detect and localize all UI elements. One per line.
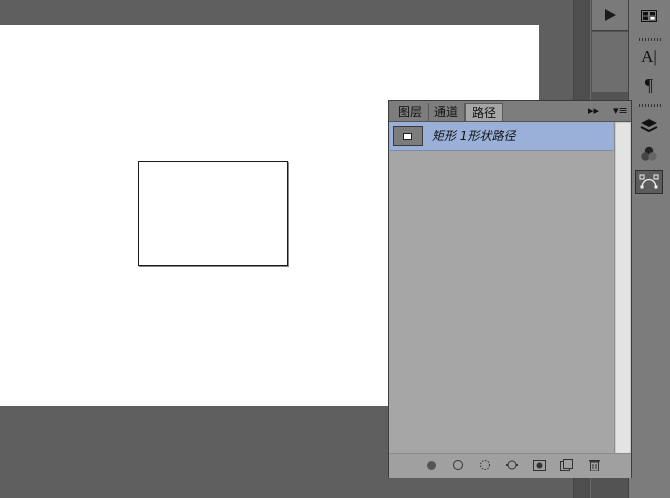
swatches-button[interactable]: [635, 4, 663, 28]
paragraph-icon: ¶: [644, 74, 654, 95]
fill-path-icon: [426, 460, 436, 470]
panel-icon-dock: A| ¶: [628, 0, 670, 498]
layers-button[interactable]: [635, 114, 663, 138]
panel-menu-icon[interactable]: ▾≡: [613, 104, 628, 117]
play-action-button[interactable]: [592, 0, 628, 31]
make-work-path-button[interactable]: [505, 458, 519, 472]
paragraph-button[interactable]: ¶: [635, 73, 663, 97]
delete-path-button[interactable]: [587, 458, 601, 472]
dock-spacer: [592, 32, 628, 92]
trash-icon: [588, 460, 600, 471]
character-icon: A|: [641, 47, 657, 66]
panel-scrollbar[interactable]: [614, 122, 631, 455]
collapse-panel-icon[interactable]: ▸▸: [588, 104, 599, 117]
path-thumbnail: [393, 126, 423, 146]
tab-paths[interactable]: 路径: [465, 103, 504, 121]
dock-grip[interactable]: [639, 38, 661, 41]
path-name: 矩形 1形状路径: [432, 129, 516, 143]
character-button[interactable]: A|: [635, 45, 663, 69]
tab-channels[interactable]: 通道: [428, 103, 466, 121]
load-selection-button[interactable]: [478, 458, 492, 472]
path-row[interactable]: 矩形 1形状路径: [390, 122, 613, 151]
mask-icon: [532, 459, 546, 471]
panel-tab-bar: 图层 通道 路径 ▸▸ ▾≡: [389, 101, 631, 122]
work-path-icon: [506, 460, 518, 470]
paths-icon: [639, 174, 659, 189]
paths-button[interactable]: [635, 170, 663, 194]
scrollbar-thumb[interactable]: [616, 123, 630, 453]
selection-icon: [480, 460, 490, 470]
paths-panel: 图层 通道 路径 ▸▸ ▾≡ 矩形 1形状路径: [388, 100, 632, 478]
channels-icon: [641, 146, 657, 161]
swatches-icon: [641, 10, 657, 22]
add-mask-button[interactable]: [532, 458, 546, 472]
play-icon: [605, 9, 616, 21]
new-path-button[interactable]: [559, 458, 573, 472]
panel-footer: [389, 453, 631, 478]
stroke-path-icon: [453, 460, 463, 470]
rectangle-shape[interactable]: [138, 161, 288, 266]
channels-button[interactable]: [635, 142, 663, 166]
stroke-path-button[interactable]: [451, 458, 465, 472]
dock-grip[interactable]: [639, 104, 661, 107]
new-path-icon: [559, 459, 573, 471]
fill-path-button[interactable]: [424, 458, 438, 472]
tab-layers[interactable]: 图层: [392, 103, 430, 121]
layers-icon: [640, 119, 658, 133]
